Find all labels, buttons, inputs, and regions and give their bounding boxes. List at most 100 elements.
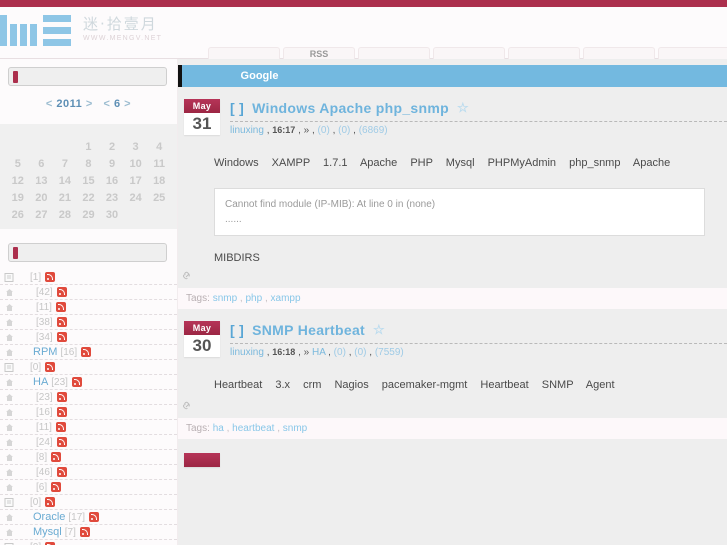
calendar-day-cell[interactable]: 30	[100, 206, 124, 223]
calendar-day-cell[interactable]: 6	[30, 155, 54, 172]
category-list-item[interactable]: [38]	[0, 315, 177, 330]
rss-icon[interactable]	[51, 452, 62, 462]
category-name[interactable]: Oracle	[33, 511, 65, 523]
rss-icon[interactable]	[45, 272, 56, 282]
calendar-day-cell[interactable]: 29	[77, 206, 101, 223]
category-list-item[interactable]: [46]	[0, 465, 177, 480]
calendar-day-cell[interactable]: 24	[124, 189, 148, 206]
calendar-day-cell[interactable]: 12	[6, 172, 30, 189]
category-list-item[interactable]: [23]	[0, 390, 177, 405]
calendar-day-cell[interactable]: 8	[77, 155, 101, 172]
calendar-day-cell[interactable]: 19	[6, 189, 30, 206]
rss-icon[interactable]	[45, 362, 56, 372]
calendar-day-cell[interactable]: 7	[53, 155, 77, 172]
calendar-day-cell[interactable]: 10	[124, 155, 148, 172]
calendar-day-cell[interactable]: 15	[77, 172, 101, 189]
rss-icon[interactable]	[56, 392, 67, 402]
rss-icon[interactable]	[56, 467, 67, 477]
calendar-next-year-button[interactable]: >	[86, 98, 93, 110]
category-list-item[interactable]: RPM [16]	[0, 345, 177, 360]
post-author[interactable]: linuxing	[230, 347, 264, 358]
favorite-star-icon[interactable]: ☆	[457, 99, 469, 117]
category-list-item[interactable]: [0]	[0, 540, 177, 545]
calendar-day-cell[interactable]: 11	[147, 155, 171, 172]
category-list-item[interactable]: [8]	[0, 450, 177, 465]
category-list-item[interactable]: Mysql [7]	[0, 525, 177, 540]
post-trackback-count[interactable]: (0)	[354, 347, 366, 358]
calendar-day-cell[interactable]: 25	[147, 189, 171, 206]
calendar-day-cell[interactable]: 16	[100, 172, 124, 189]
calendar-day-cell[interactable]: 23	[100, 189, 124, 206]
calendar-day-cell[interactable]: 21	[53, 189, 77, 206]
post-tag-link[interactable]: snmp	[283, 423, 307, 434]
rss-icon[interactable]	[51, 482, 62, 492]
sidebar-search-top[interactable]	[8, 67, 167, 86]
rss-icon[interactable]	[56, 407, 67, 417]
search-input-bottom[interactable]	[22, 245, 152, 260]
category-list-item[interactable]: [1]	[0, 270, 177, 285]
post-tag-link[interactable]: xampp	[271, 293, 301, 304]
post-title[interactable]: [ ] Windows Apache php_snmp ☆	[230, 99, 727, 117]
calendar-day-cell[interactable]: 26	[6, 206, 30, 223]
category-list-item[interactable]: [11]	[0, 420, 177, 435]
calendar-day-cell[interactable]: 17	[124, 172, 148, 189]
category-list-item[interactable]: [16]	[0, 405, 177, 420]
calendar-day-cell[interactable]: 2	[100, 138, 124, 155]
category-name[interactable]: RPM	[33, 346, 57, 358]
category-list-item[interactable]: HA [23]	[0, 375, 177, 390]
rss-icon[interactable]	[56, 437, 67, 447]
post-tag-link[interactable]: snmp	[213, 293, 237, 304]
category-name[interactable]: Mysql	[33, 526, 62, 538]
search-input-top[interactable]	[22, 69, 152, 84]
category-name[interactable]: HA	[33, 376, 48, 388]
post-author[interactable]: linuxing	[230, 125, 264, 136]
category-list-item[interactable]: [11]	[0, 300, 177, 315]
rss-icon[interactable]	[56, 317, 67, 327]
rss-icon[interactable]	[71, 377, 82, 387]
calendar-day-cell[interactable]: 20	[30, 189, 54, 206]
rss-icon[interactable]	[56, 287, 67, 297]
link-icon[interactable]	[182, 401, 193, 414]
sidebar-search-bottom[interactable]	[8, 243, 167, 262]
calendar-day-cell[interactable]: 9	[100, 155, 124, 172]
category-list-item[interactable]: [24]	[0, 435, 177, 450]
post-tag-link[interactable]: heartbeat	[232, 423, 274, 434]
post-comment-count[interactable]: (0)	[318, 125, 330, 136]
calendar-day-cell[interactable]: 18	[147, 172, 171, 189]
google-ad-banner[interactable]: Google	[178, 65, 727, 87]
calendar-day-cell[interactable]: 4	[147, 138, 171, 155]
post-category[interactable]: HA	[312, 347, 325, 358]
category-list-item[interactable]: [0]	[0, 495, 177, 510]
calendar-day-cell[interactable]: 3	[124, 138, 148, 155]
rss-icon[interactable]	[56, 332, 67, 342]
post-tag-link[interactable]: ha	[213, 423, 224, 434]
calendar-day-cell[interactable]: 13	[30, 172, 54, 189]
post-title[interactable]: [ ] SNMP Heartbeat ☆	[230, 321, 727, 339]
rss-icon[interactable]	[55, 422, 66, 432]
category-list-item[interactable]: [42]	[0, 285, 177, 300]
rss-icon[interactable]	[89, 512, 100, 522]
post-comment-count[interactable]: (0)	[334, 347, 346, 358]
category-list-item[interactable]: [0]	[0, 360, 177, 375]
calendar-prev-year-button[interactable]: <	[46, 98, 53, 110]
rss-icon[interactable]	[79, 527, 90, 537]
site-logo[interactable]: 迷·拾壹月 WWW.MENGV.NET	[0, 13, 162, 47]
calendar-prev-month-button[interactable]: <	[103, 98, 110, 110]
post-title-text[interactable]: SNMP Heartbeat	[252, 321, 365, 339]
post-title-text[interactable]: Windows Apache php_snmp	[252, 99, 449, 117]
calendar-day-cell[interactable]: 5	[6, 155, 30, 172]
calendar-next-month-button[interactable]: >	[124, 98, 131, 110]
rss-icon[interactable]	[45, 497, 56, 507]
calendar-day-cell[interactable]: 14	[53, 172, 77, 189]
category-list-item[interactable]: [6]	[0, 480, 177, 495]
category-list-item[interactable]: [34]	[0, 330, 177, 345]
rss-icon[interactable]	[81, 347, 92, 357]
link-icon[interactable]	[182, 271, 193, 284]
rss-icon[interactable]	[55, 302, 66, 312]
calendar-day-cell[interactable]: 22	[77, 189, 101, 206]
calendar-day-cell[interactable]: 1	[77, 138, 101, 155]
post-tag-link[interactable]: php	[245, 293, 262, 304]
calendar-day-cell[interactable]: 27	[30, 206, 54, 223]
calendar-day-cell[interactable]: 28	[53, 206, 77, 223]
category-list-item[interactable]: Oracle [17]	[0, 510, 177, 525]
